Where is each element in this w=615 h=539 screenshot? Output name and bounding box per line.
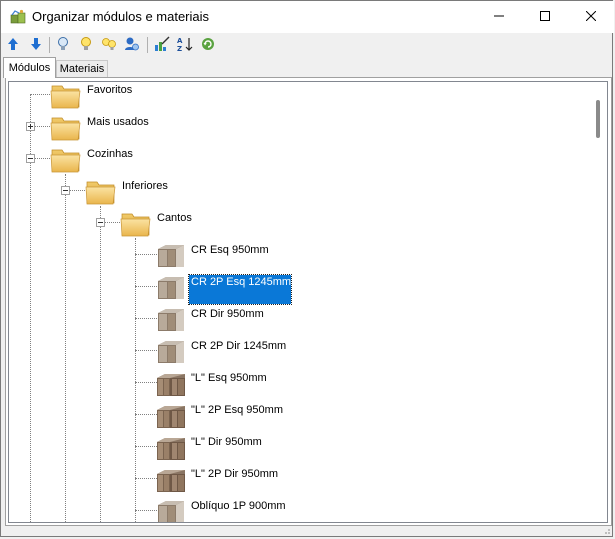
expand-toggle[interactable] [26, 122, 35, 131]
node-label: Cantos [157, 212, 192, 224]
node-label: Oblíquo 1P 900mm [191, 500, 286, 512]
move-up-button[interactable] [4, 36, 22, 54]
tree-line [135, 414, 157, 415]
node-label: CR Dir 950mm [191, 308, 264, 320]
close-button[interactable] [568, 1, 614, 33]
l-cabinet-icon [155, 463, 187, 495]
l-cabinet-icon [155, 367, 187, 399]
l-cabinet-icon [155, 399, 187, 431]
cabinet-icon [155, 239, 187, 271]
tree-line [135, 446, 157, 447]
find-user-button[interactable] [123, 36, 141, 54]
node-label: CR 2P Esq 1245mm [188, 274, 292, 305]
folder-icon [50, 143, 82, 175]
collapse-toggle[interactable] [26, 154, 35, 163]
toolbar-separator [147, 37, 148, 53]
refresh-icon [200, 36, 216, 55]
user-search-icon [124, 36, 140, 55]
move-down-button[interactable] [27, 36, 45, 54]
cabinet-icon [155, 271, 187, 303]
minimize-button[interactable] [476, 1, 522, 33]
tree-line [65, 174, 66, 522]
tab-materiais[interactable]: Materiais [56, 60, 108, 77]
node-label: Mais usados [87, 116, 149, 128]
tab-label: Módulos [8, 62, 51, 74]
resize-grip-icon[interactable] [601, 525, 611, 535]
toolbar-separator [49, 37, 50, 53]
node-label: "L" 2P Esq 950mm [191, 404, 283, 416]
collapse-toggle[interactable] [96, 218, 105, 227]
vertical-scrollbar[interactable] [590, 82, 607, 522]
tree-line [135, 382, 157, 383]
tab-label: Materiais [59, 63, 105, 75]
sort-az-icon: AZ [177, 36, 193, 55]
tree-line [100, 206, 101, 522]
folder-icon [120, 207, 152, 239]
tree-line [135, 238, 136, 522]
cabinet-icon [155, 303, 187, 335]
minimize-icon [494, 10, 504, 24]
tree-line [135, 286, 157, 287]
tree-line [30, 94, 52, 95]
refresh-button[interactable] [199, 36, 217, 54]
node-label: CR 2P Dir 1245mm [191, 340, 287, 352]
module-tree[interactable]: Favoritos Mais usados Cozinhas Inferiore… [8, 81, 608, 523]
node-label: "L" Dir 950mm [191, 436, 262, 448]
node-label: Cozinhas [87, 148, 133, 160]
arrow-up-icon [7, 37, 19, 54]
window-title: Organizar módulos e materiais [32, 9, 210, 24]
maximize-button[interactable] [522, 1, 568, 33]
tree-line [135, 350, 157, 351]
folder-icon [50, 81, 82, 111]
node-label: CR Esq 950mm [191, 244, 269, 256]
node-label: "L" Esq 950mm [191, 372, 267, 384]
title-bar[interactable]: Organizar módulos e materiais [1, 1, 614, 33]
tree-line [135, 254, 157, 255]
organizer-window: Organizar módulos e materiais A Z Módulo… [0, 0, 614, 537]
svg-text:A: A [177, 37, 183, 45]
lightbulb-on-icon [79, 36, 93, 55]
cabinet-icon [155, 495, 187, 523]
maximize-icon [540, 10, 550, 24]
close-icon [585, 10, 597, 24]
folder-icon [50, 111, 82, 143]
expand-button[interactable] [77, 36, 95, 54]
tree-line [135, 318, 157, 319]
node-label: Favoritos [87, 84, 133, 96]
l-cabinet-icon [155, 431, 187, 463]
tree-line [135, 478, 157, 479]
toolbar: AZ [1, 33, 614, 57]
tab-strip: Módulos Materiais [1, 57, 614, 78]
lightbulb-off-icon [56, 36, 70, 55]
collapse-toggle[interactable] [61, 186, 70, 195]
app-icon [10, 9, 26, 25]
folder-icon [85, 175, 117, 207]
node-label: Inferiores [122, 180, 168, 192]
arrow-down-icon [30, 37, 42, 54]
node-label: "L" 2P Dir 950mm [191, 468, 279, 480]
tree-line [135, 510, 157, 511]
lightbulbs-icon [101, 36, 117, 55]
collapse-button[interactable] [54, 36, 72, 54]
sort-button[interactable]: AZ [176, 36, 194, 54]
edit-button[interactable] [153, 36, 171, 54]
cabinet-icon [155, 335, 187, 367]
svg-text:Z: Z [177, 45, 182, 52]
tab-modulos[interactable]: Módulos [3, 57, 56, 78]
scrollbar-thumb[interactable] [596, 100, 600, 138]
edit-chart-icon [154, 36, 170, 55]
expand-all-button[interactable] [100, 36, 118, 54]
